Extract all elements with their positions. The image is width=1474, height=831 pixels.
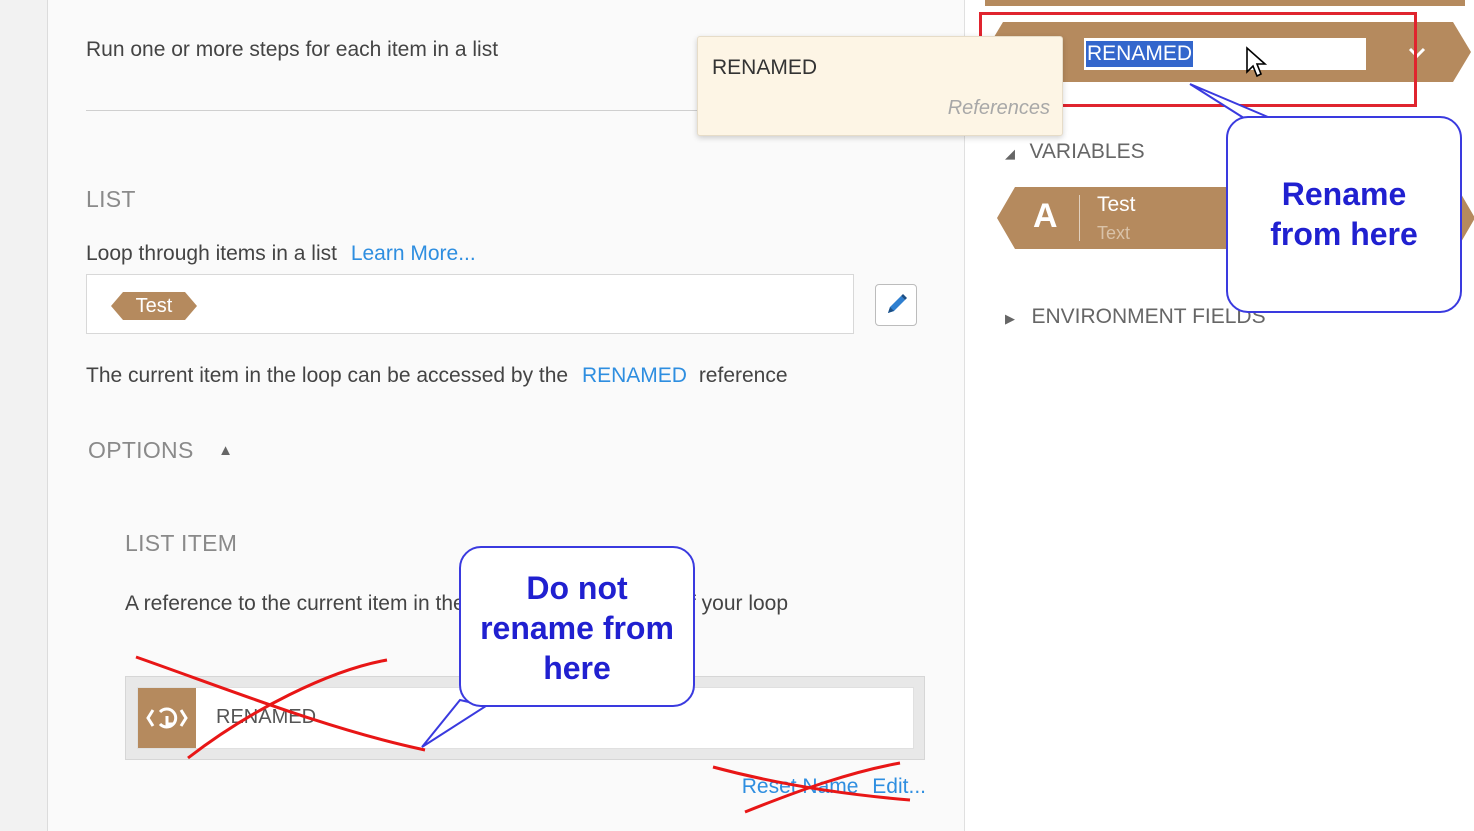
options-toggle[interactable]: OPTIONS ▲: [88, 437, 233, 464]
pencil-icon: [888, 294, 907, 313]
environment-fields-label: ENVIRONMENT FIELDS: [1031, 305, 1266, 328]
loop-reference-icon: [138, 688, 196, 748]
environment-fields-toggle[interactable]: ▶ ENVIRONMENT FIELDS: [1005, 305, 1266, 329]
callout-line-2: rename from: [480, 610, 674, 646]
current-item-suffix: reference: [698, 364, 788, 387]
variable-name: Test: [1097, 193, 1136, 216]
list-input[interactable]: Test: [86, 274, 854, 334]
list-tag[interactable]: Test: [111, 292, 197, 320]
callout-line-1: Do not: [526, 570, 628, 606]
current-item-prefix: The current item in the loop can be acce…: [86, 364, 569, 387]
learn-more-link[interactable]: Learn More...: [351, 242, 476, 265]
text-type-icon: A: [1033, 197, 1058, 235]
tooltip-subtitle: References: [947, 97, 1050, 119]
tooltip-title: RENAMED: [712, 56, 818, 79]
callout-line-3: here: [543, 650, 611, 686]
edit-list-button[interactable]: [875, 284, 917, 326]
variable-separator: [1079, 195, 1080, 241]
reference-links: Reset Name Edit...: [742, 775, 926, 799]
step-description: Run one or more steps for each item in a…: [86, 38, 499, 61]
expanded-triangle-icon: ◢: [1005, 146, 1015, 161]
do-not-rename-callout: Do not rename from here: [459, 546, 695, 707]
callout-line-2: from here: [1270, 216, 1418, 252]
previous-item-strip: [985, 0, 1465, 6]
variable-type: Text: [1097, 223, 1131, 243]
list-section-heading: LIST: [86, 186, 136, 212]
loop-label-row: Loop through items in a list Learn More.…: [86, 242, 476, 266]
rename-here-callout: Rename from here: [1226, 116, 1462, 313]
collapsed-triangle-icon: ▶: [1005, 311, 1015, 326]
variables-label: VARIABLES: [1029, 140, 1145, 163]
reference-name: RENAMED: [216, 706, 317, 728]
callout-line-1: Rename: [1281, 176, 1407, 212]
reset-name-link[interactable]: Reset Name: [742, 775, 859, 798]
left-gutter: [0, 0, 48, 831]
reference-tooltip: RENAMED References: [697, 36, 1063, 136]
current-item-text: The current item in the loop can be acce…: [86, 364, 788, 388]
edit-reference-link[interactable]: Edit...: [872, 775, 926, 798]
variables-toggle[interactable]: ◢ VARIABLES: [1005, 140, 1145, 164]
options-label: OPTIONS: [88, 437, 194, 463]
current-item-reference[interactable]: RENAMED: [582, 364, 687, 387]
collapse-triangle-icon: ▲: [218, 442, 233, 459]
list-item-heading: LIST ITEM: [125, 530, 238, 556]
loop-label: Loop through items in a list: [86, 242, 337, 265]
